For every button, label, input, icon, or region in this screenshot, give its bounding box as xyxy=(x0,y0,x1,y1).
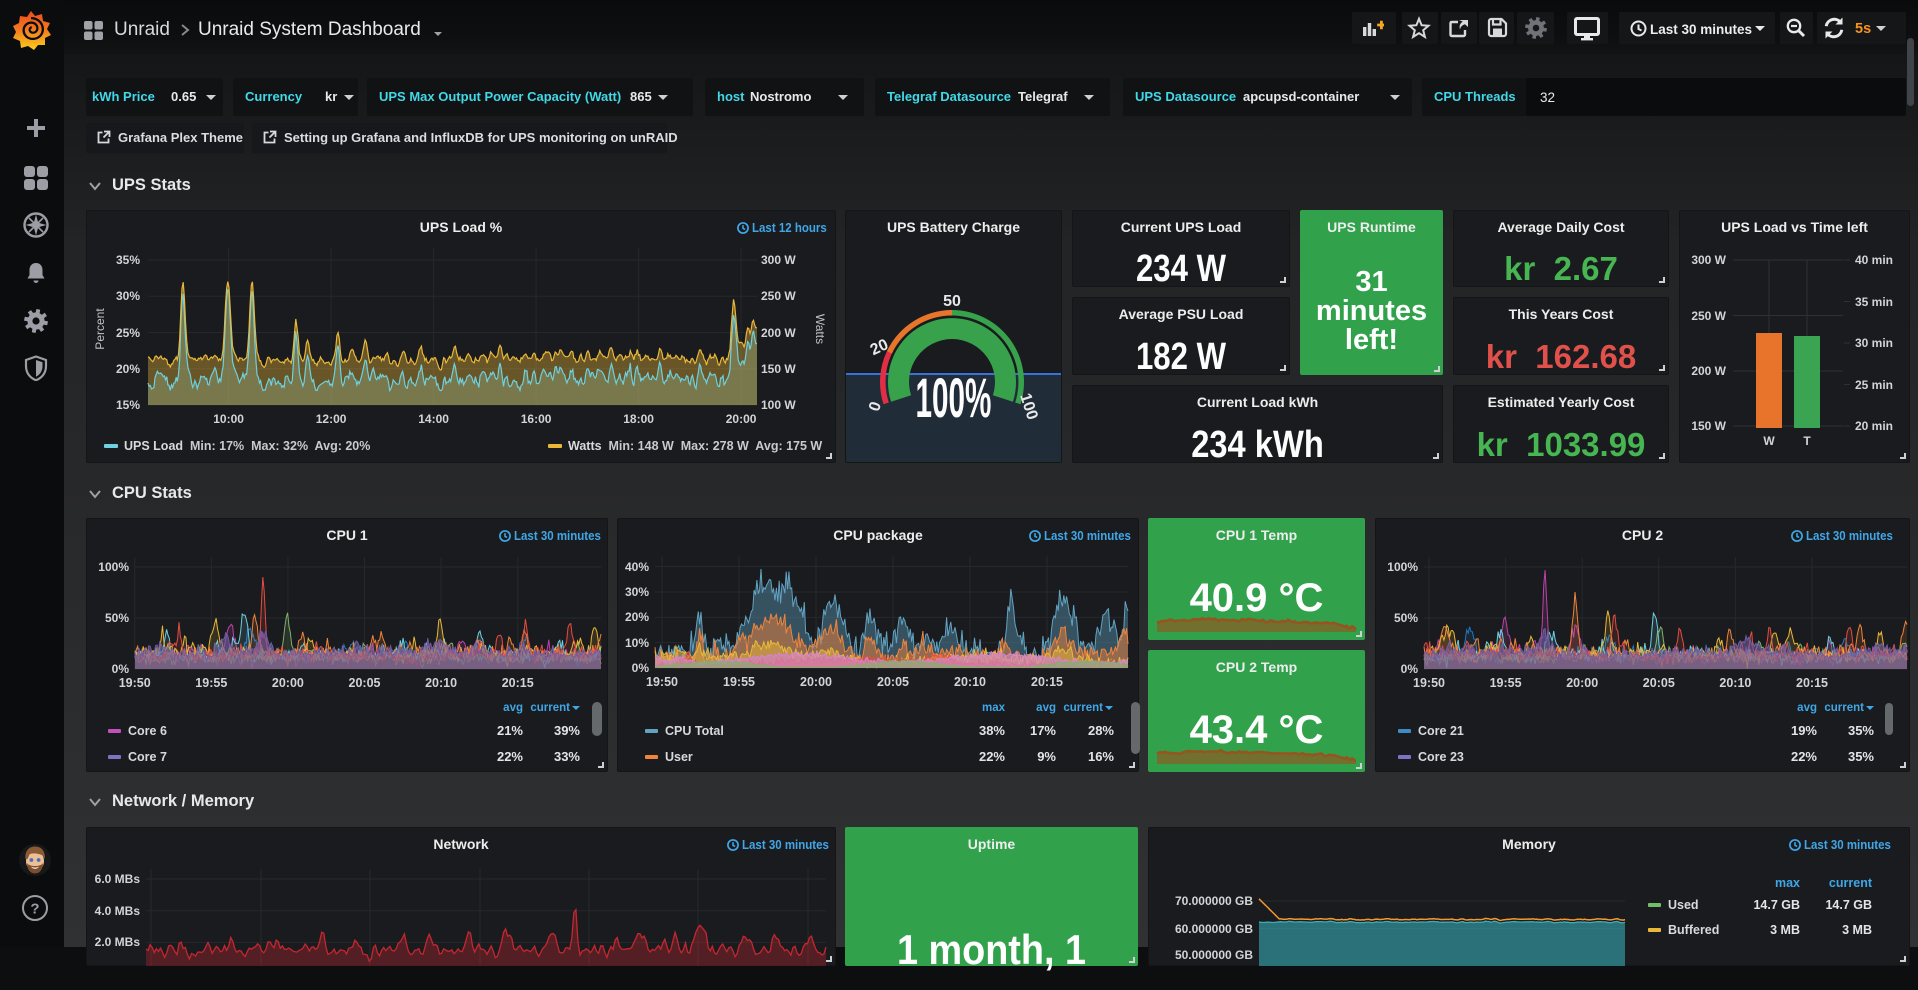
svg-text:50: 50 xyxy=(943,293,961,310)
svg-text:?: ? xyxy=(30,901,39,918)
